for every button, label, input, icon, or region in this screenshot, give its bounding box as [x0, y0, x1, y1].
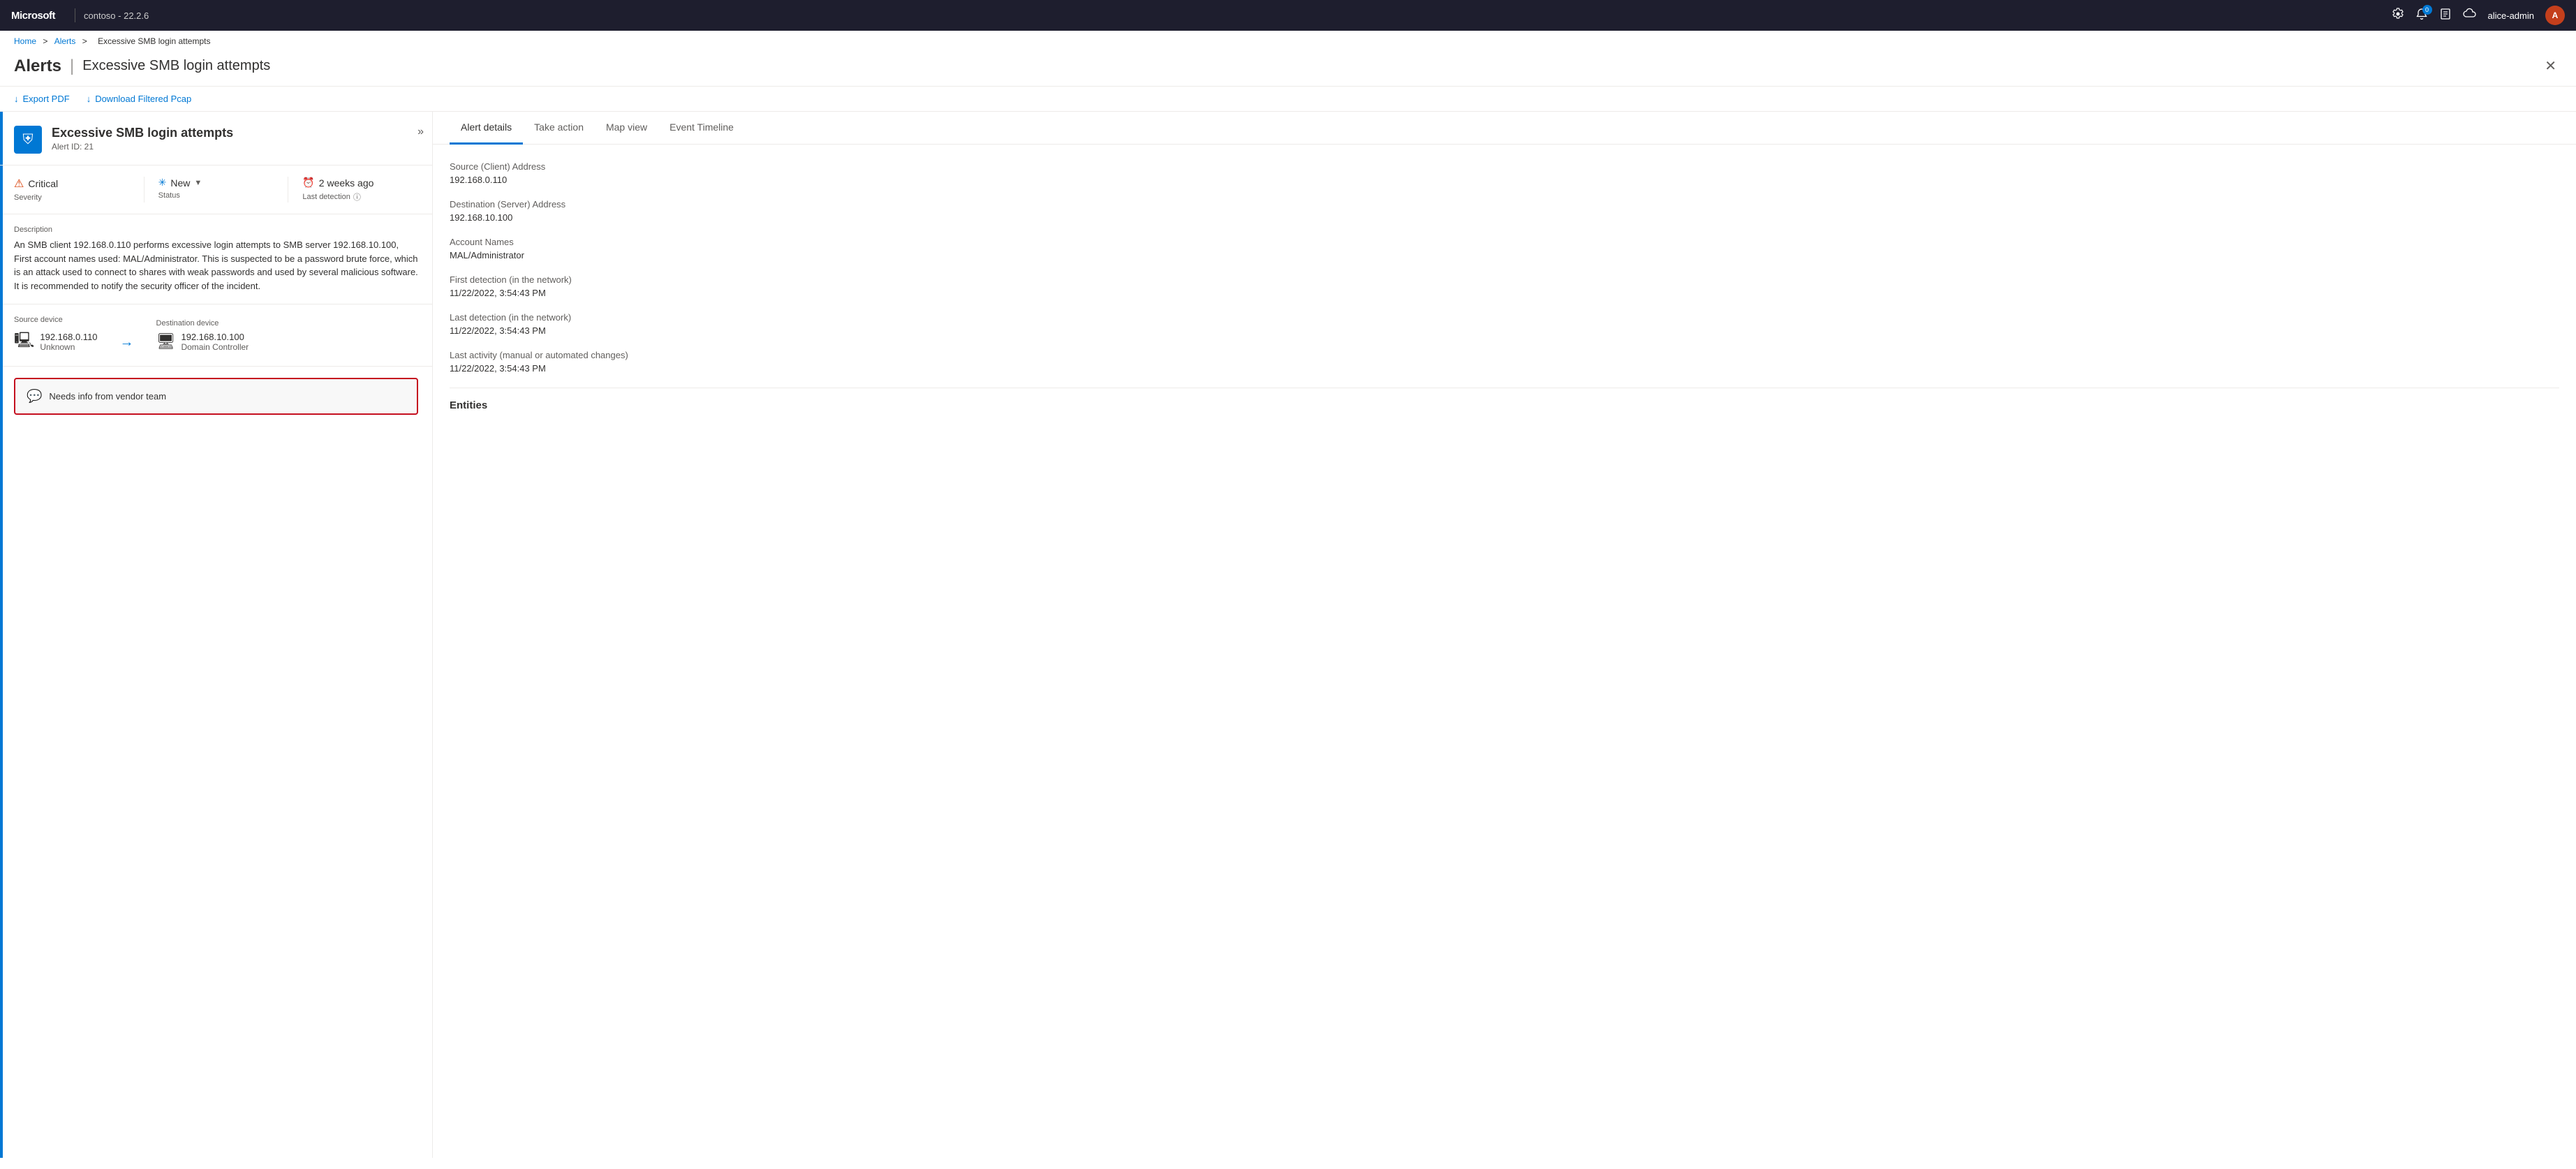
dest-server-label: Destination (Server) Address — [450, 199, 2559, 209]
right-panel: Alert details Take action Map view Event… — [433, 112, 2576, 1158]
source-client-label: Source (Client) Address — [450, 161, 2559, 172]
first-detection-label: First detection (in the network) — [450, 274, 2559, 285]
tenant-name: contoso - 22.2.6 — [84, 10, 149, 21]
cloud-icon[interactable] — [2463, 8, 2477, 24]
description-text: An SMB client 192.168.0.110 performs exc… — [14, 238, 418, 293]
alert-description: Description An SMB client 192.168.0.110 … — [0, 214, 432, 304]
source-ip: 192.168.0.110 — [40, 332, 97, 342]
left-accent — [0, 112, 3, 1158]
status-label: Status — [158, 191, 274, 200]
page-title: Alerts — [14, 57, 61, 76]
account-names-label: Account Names — [450, 237, 2559, 247]
alert-details-content: Source (Client) Address 192.168.0.110 De… — [433, 145, 2576, 428]
source-device-icon: 🖳 — [14, 328, 34, 355]
dest-device-label: Destination device — [156, 319, 249, 328]
alert-id: Alert ID: 21 — [52, 142, 418, 152]
dest-device-icon: 🖥 — [156, 332, 176, 351]
alert-panel-title: Excessive SMB login attempts — [52, 126, 418, 140]
breadcrumb: Home > Alerts > Excessive SMB login atte… — [0, 31, 2576, 52]
tabs: Alert details Take action Map view Event… — [433, 112, 2576, 145]
last-detection-info-icon[interactable]: ⓘ — [353, 191, 361, 203]
download-icon: ↓ — [14, 94, 19, 104]
source-type: Unknown — [40, 342, 97, 352]
download-pcap-label: Download Filtered Pcap — [95, 94, 191, 104]
info-box-text: Needs info from vendor team — [49, 391, 166, 402]
time-icon: ⏰ — [302, 177, 314, 189]
severity-meta: ⚠ Critical Severity — [14, 177, 145, 203]
account-names-group: Account Names MAL/Administrator — [450, 237, 2559, 260]
book-icon[interactable] — [2439, 8, 2452, 24]
last-detection-net-value: 11/22/2022, 3:54:43 PM — [450, 325, 2559, 336]
destination-device: Destination device 🖥 192.168.10.100 Doma… — [156, 319, 249, 352]
close-button[interactable]: ✕ — [2539, 54, 2562, 78]
notification-count: 0 — [2422, 5, 2432, 15]
main-content: ⛨ Excessive SMB login attempts Alert ID:… — [0, 112, 2576, 1158]
export-pdf-button[interactable]: ↓ Export PDF — [14, 94, 70, 104]
entities-label: Entities — [450, 399, 2559, 411]
last-activity-label: Last activity (manual or automated chang… — [450, 350, 2559, 360]
top-navigation: Microsoft contoso - 22.2.6 0 alice-admin… — [0, 0, 2576, 31]
source-device-label: Source device — [14, 316, 98, 324]
tab-event-timeline[interactable]: Event Timeline — [658, 112, 745, 145]
page-header: Alerts | Excessive SMB login attempts ✕ — [0, 52, 2576, 87]
tab-alert-details[interactable]: Alert details — [450, 112, 523, 145]
shield-icon: ⛨ — [23, 132, 34, 148]
description-label: Description — [14, 226, 418, 234]
source-device: Source device 🖳 192.168.0.110 Unknown — [14, 316, 98, 355]
alert-panel-header: ⛨ Excessive SMB login attempts Alert ID:… — [0, 112, 432, 166]
arrow-icon: → — [120, 334, 134, 351]
download-pcap-button[interactable]: ↓ Download Filtered Pcap — [87, 94, 192, 104]
page-subtitle: Excessive SMB login attempts — [82, 58, 270, 74]
account-names-value: MAL/Administrator — [450, 250, 2559, 260]
last-activity-group: Last activity (manual or automated chang… — [450, 350, 2559, 374]
devices-section: Source device 🖳 192.168.0.110 Unknown → … — [0, 304, 432, 367]
status-spinner-icon: ✳ — [158, 177, 167, 189]
left-panel: ⛨ Excessive SMB login attempts Alert ID:… — [0, 112, 433, 1158]
breadcrumb-home[interactable]: Home — [14, 36, 36, 46]
alert-meta: ⚠ Critical Severity ✳ New ▼ Status ⏰ 2 w… — [0, 166, 432, 214]
alert-shield: ⛨ — [14, 126, 42, 154]
collapse-button[interactable]: » — [417, 126, 424, 138]
breadcrumb-current: Excessive SMB login attempts — [98, 36, 210, 46]
dest-type: Domain Controller — [181, 342, 249, 352]
page-title-divider: | — [70, 57, 74, 76]
export-pdf-label: Export PDF — [23, 94, 70, 104]
comment-icon: 💬 — [27, 389, 42, 404]
dest-server-value: 192.168.10.100 — [450, 212, 2559, 223]
tab-map-view[interactable]: Map view — [595, 112, 658, 145]
last-detection-label: Last detection — [302, 193, 350, 201]
last-activity-value: 11/22/2022, 3:54:43 PM — [450, 363, 2559, 374]
source-client-value: 192.168.0.110 — [450, 175, 2559, 185]
first-detection-group: First detection (in the network) 11/22/2… — [450, 274, 2559, 298]
status-dropdown-icon[interactable]: ▼ — [194, 179, 202, 187]
last-detection-value: 2 weeks ago — [319, 177, 374, 189]
action-bar: ↓ Export PDF ↓ Download Filtered Pcap — [0, 87, 2576, 112]
first-detection-value: 11/22/2022, 3:54:43 PM — [450, 288, 2559, 298]
settings-icon[interactable] — [2392, 8, 2404, 24]
detection-meta: ⏰ 2 weeks ago Last detection ⓘ — [302, 177, 418, 203]
tab-take-action[interactable]: Take action — [523, 112, 595, 145]
last-detection-net-label: Last detection (in the network) — [450, 312, 2559, 323]
dest-server-group: Destination (Server) Address 192.168.10.… — [450, 199, 2559, 223]
severity-label: Severity — [14, 193, 130, 202]
status-meta: ✳ New ▼ Status — [158, 177, 289, 203]
user-name[interactable]: alice-admin — [2488, 10, 2534, 21]
severity-icon: ⚠ — [14, 177, 24, 191]
breadcrumb-alerts[interactable]: Alerts — [54, 36, 76, 46]
notifications-icon[interactable]: 0 — [2415, 8, 2428, 24]
last-detection-net-group: Last detection (in the network) 11/22/20… — [450, 312, 2559, 336]
source-client-group: Source (Client) Address 192.168.0.110 — [450, 161, 2559, 185]
user-avatar[interactable]: A — [2545, 6, 2565, 25]
severity-value: Critical — [28, 178, 58, 189]
dest-ip: 192.168.10.100 — [181, 332, 249, 342]
download-pcap-icon: ↓ — [87, 94, 91, 104]
microsoft-logo: Microsoft — [11, 10, 55, 22]
info-box[interactable]: 💬 Needs info from vendor team — [14, 378, 418, 415]
status-value: New — [170, 177, 190, 189]
